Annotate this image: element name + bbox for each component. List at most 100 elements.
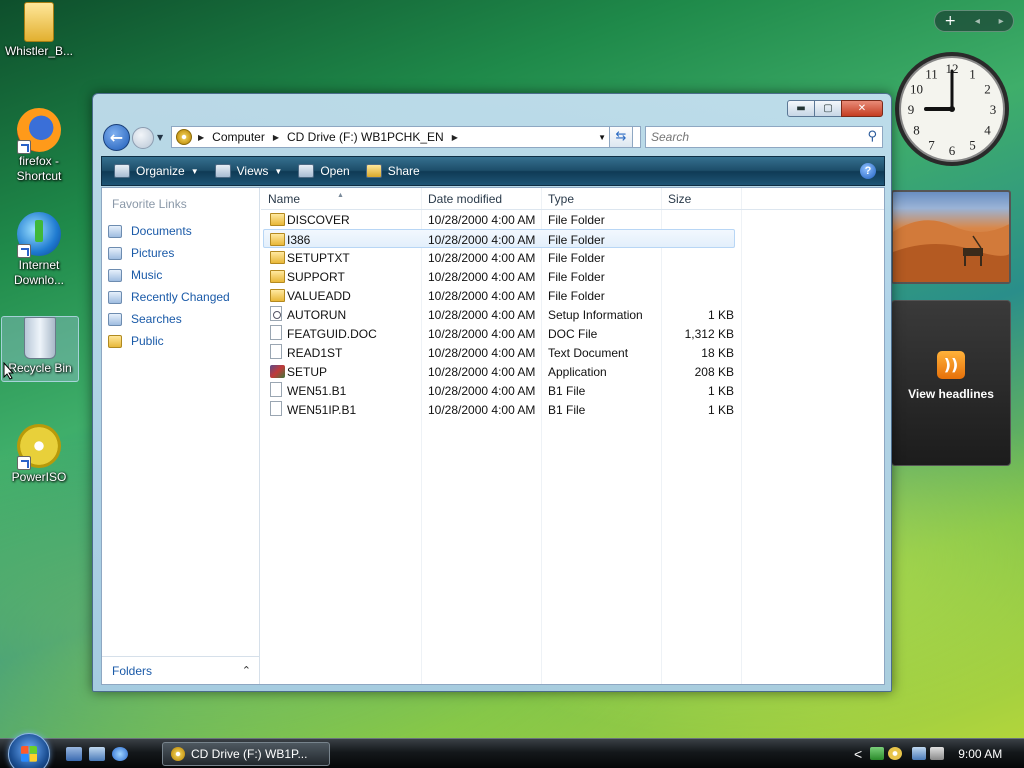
search-icon[interactable]: ⚲ (867, 129, 877, 144)
switch-windows-icon[interactable] (89, 747, 105, 761)
help-button[interactable]: ? (860, 163, 876, 179)
file-row[interactable]: SETUPTXT 10/28/2000 4:00 AM File Folder (261, 248, 884, 267)
setup-info-icon (270, 306, 282, 321)
slideshow-gadget[interactable] (891, 190, 1011, 284)
nav-item-label: Public (131, 334, 164, 348)
maximize-button[interactable]: ▢ (814, 100, 842, 117)
previous-gadget-button[interactable]: ◂ (975, 16, 980, 27)
breadcrumb-separator-icon[interactable]: ▶ (273, 133, 279, 142)
taskbar-button-explorer[interactable]: CD Drive (F:) WB1P... (162, 742, 330, 766)
clock-number: 11 (925, 66, 938, 81)
file-row[interactable]: I386 10/28/2000 4:00 AM File Folder (263, 229, 735, 248)
folder-icon (270, 270, 285, 283)
search-box[interactable]: ⚲ (645, 126, 883, 148)
column-header-date-modified[interactable]: Date modified (428, 192, 502, 206)
folders-toggle[interactable]: Folders ⌃ (102, 656, 259, 684)
show-desktop-icon[interactable] (66, 747, 82, 761)
network-icon[interactable] (870, 747, 885, 760)
address-history-dropdown[interactable]: ▼ (598, 133, 606, 142)
clock-number: 2 (984, 82, 991, 97)
back-button[interactable]: ← (103, 124, 130, 151)
file-name: SUPPORT (287, 270, 345, 284)
globe-download-icon (17, 212, 61, 258)
file-type: Text Document (548, 346, 629, 360)
clock-number: 4 (984, 123, 991, 138)
file-name: VALUEADD (287, 289, 351, 303)
mouse-cursor-icon (3, 362, 15, 380)
file-row[interactable]: WEN51IP.B1 10/28/2000 4:00 AM B1 File 1 KB (261, 400, 884, 419)
column-header-type[interactable]: Type (548, 192, 574, 206)
internet-explorer-icon[interactable] (112, 747, 128, 761)
nav-item-searches[interactable]: Searches (108, 308, 230, 330)
nav-item-public[interactable]: Public (108, 330, 230, 352)
desktop-icon-poweriso[interactable]: PowerISO (0, 424, 78, 485)
desktop-icon-firefox[interactable]: firefox - Shortcut (0, 108, 78, 184)
address-bar[interactable]: ▶ Computer ▶ CD Drive (F:) WB1PCHK_EN ▶ … (171, 126, 641, 148)
nav-item-pictures[interactable]: Pictures (108, 242, 230, 264)
recently-changed-icon (108, 290, 122, 304)
views-menu[interactable]: Views ▼ (211, 161, 287, 181)
nav-item-label: Documents (131, 224, 192, 238)
file-row[interactable]: AUTORUN 10/28/2000 4:00 AM Setup Informati… (261, 305, 884, 324)
file-size: 18 KB (701, 346, 734, 360)
column-header-size[interactable]: Size (668, 192, 691, 206)
breadcrumb-computer[interactable]: Computer (212, 130, 265, 144)
desktop-icon-label: Internet Downlo... (13, 258, 65, 287)
views-icon (214, 164, 231, 178)
organize-menu[interactable]: Organize ▼ (110, 161, 203, 181)
nav-item-recently-changed[interactable]: Recently Changed (108, 286, 230, 308)
file-row[interactable]: SUPPORT 10/28/2000 4:00 AM File Folder (261, 267, 884, 286)
folder-icon (270, 233, 285, 246)
file-row[interactable]: WEN51.B1 10/28/2000 4:00 AM B1 File 1 KB (261, 381, 884, 400)
file-row[interactable]: VALUEADD 10/28/2000 4:00 AM File Folder (261, 286, 884, 305)
open-button[interactable]: Open (294, 161, 353, 181)
recent-pages-dropdown[interactable]: ▼ (157, 133, 163, 142)
nav-item-music[interactable]: Music (108, 264, 230, 286)
start-button[interactable] (8, 733, 50, 768)
view-headlines-link[interactable]: View headlines (892, 387, 1010, 401)
file-type: File Folder (548, 213, 605, 227)
search-input[interactable] (646, 127, 856, 147)
breadcrumb-separator-icon[interactable]: ▶ (452, 133, 458, 142)
feed-headlines-gadget[interactable]: )) View headlines (891, 300, 1011, 466)
shortcut-arrow-icon (17, 456, 31, 470)
file-type: Setup Information (548, 308, 643, 322)
poweriso-tray-icon[interactable] (888, 747, 903, 760)
file-date-modified: 10/28/2000 4:00 AM (428, 346, 536, 360)
explorer-window: ▬ ▢ ✕ ← ▼ ▶ Computer ▶ CD Drive (F:) WB1… (92, 93, 892, 692)
desktop-icon-whistler[interactable]: Whistler_B... (0, 2, 78, 59)
breadcrumb-separator-icon[interactable]: ▶ (198, 133, 204, 142)
share-button[interactable]: Share (362, 161, 424, 181)
taskbar-button-label: CD Drive (F:) WB1P... (191, 747, 308, 761)
minimize-button[interactable]: ▬ (787, 100, 815, 117)
breadcrumb-cd-drive[interactable]: CD Drive (F:) WB1PCHK_EN (287, 130, 444, 144)
firefox-icon (17, 108, 61, 154)
file-row[interactable]: SETUP 10/28/2000 4:00 AM Application 208 KB (261, 362, 884, 381)
file-row[interactable]: DISCOVER 10/28/2000 4:00 AM File Folder (261, 210, 884, 229)
file-name: SETUP (287, 365, 328, 379)
file-type: File Folder (548, 233, 605, 247)
file-date-modified: 10/28/2000 4:00 AM (428, 384, 536, 398)
close-button[interactable]: ✕ (841, 100, 883, 117)
file-row[interactable]: READ1ST 10/28/2000 4:00 AM Text Document 18… (261, 343, 884, 362)
add-gadget-button[interactable]: + (944, 13, 956, 29)
refresh-button[interactable]: ⇆ (609, 126, 633, 148)
show-hidden-icons-button[interactable]: < (854, 746, 862, 762)
desktop-icon-internet-download[interactable]: Internet Downlo... (0, 212, 78, 288)
nav-item-documents[interactable]: Documents (108, 220, 230, 242)
clock-gadget[interactable]: 12 1234567891011 (893, 50, 1011, 168)
poweriso-icon (17, 424, 61, 470)
nav-item-label: Searches (131, 312, 182, 326)
volume-muted-icon[interactable] (930, 747, 945, 760)
column-header-name[interactable]: Name (268, 192, 300, 206)
clock-time[interactable]: 9:00 AM (958, 747, 1002, 761)
folder-icon (270, 289, 285, 302)
forward-button[interactable] (132, 127, 154, 149)
file-row[interactable]: FEATGUID.DOC 10/28/2000 4:00 AM DOC File 1,… (261, 324, 884, 343)
next-gadget-button[interactable]: ▸ (999, 16, 1004, 27)
clock-number: 5 (969, 138, 976, 153)
navigation-pane: Favorite Links Documents Pictures Music … (102, 188, 260, 684)
display-icon[interactable] (912, 747, 927, 760)
share-icon (365, 164, 382, 178)
file-date-modified: 10/28/2000 4:00 AM (428, 403, 536, 417)
